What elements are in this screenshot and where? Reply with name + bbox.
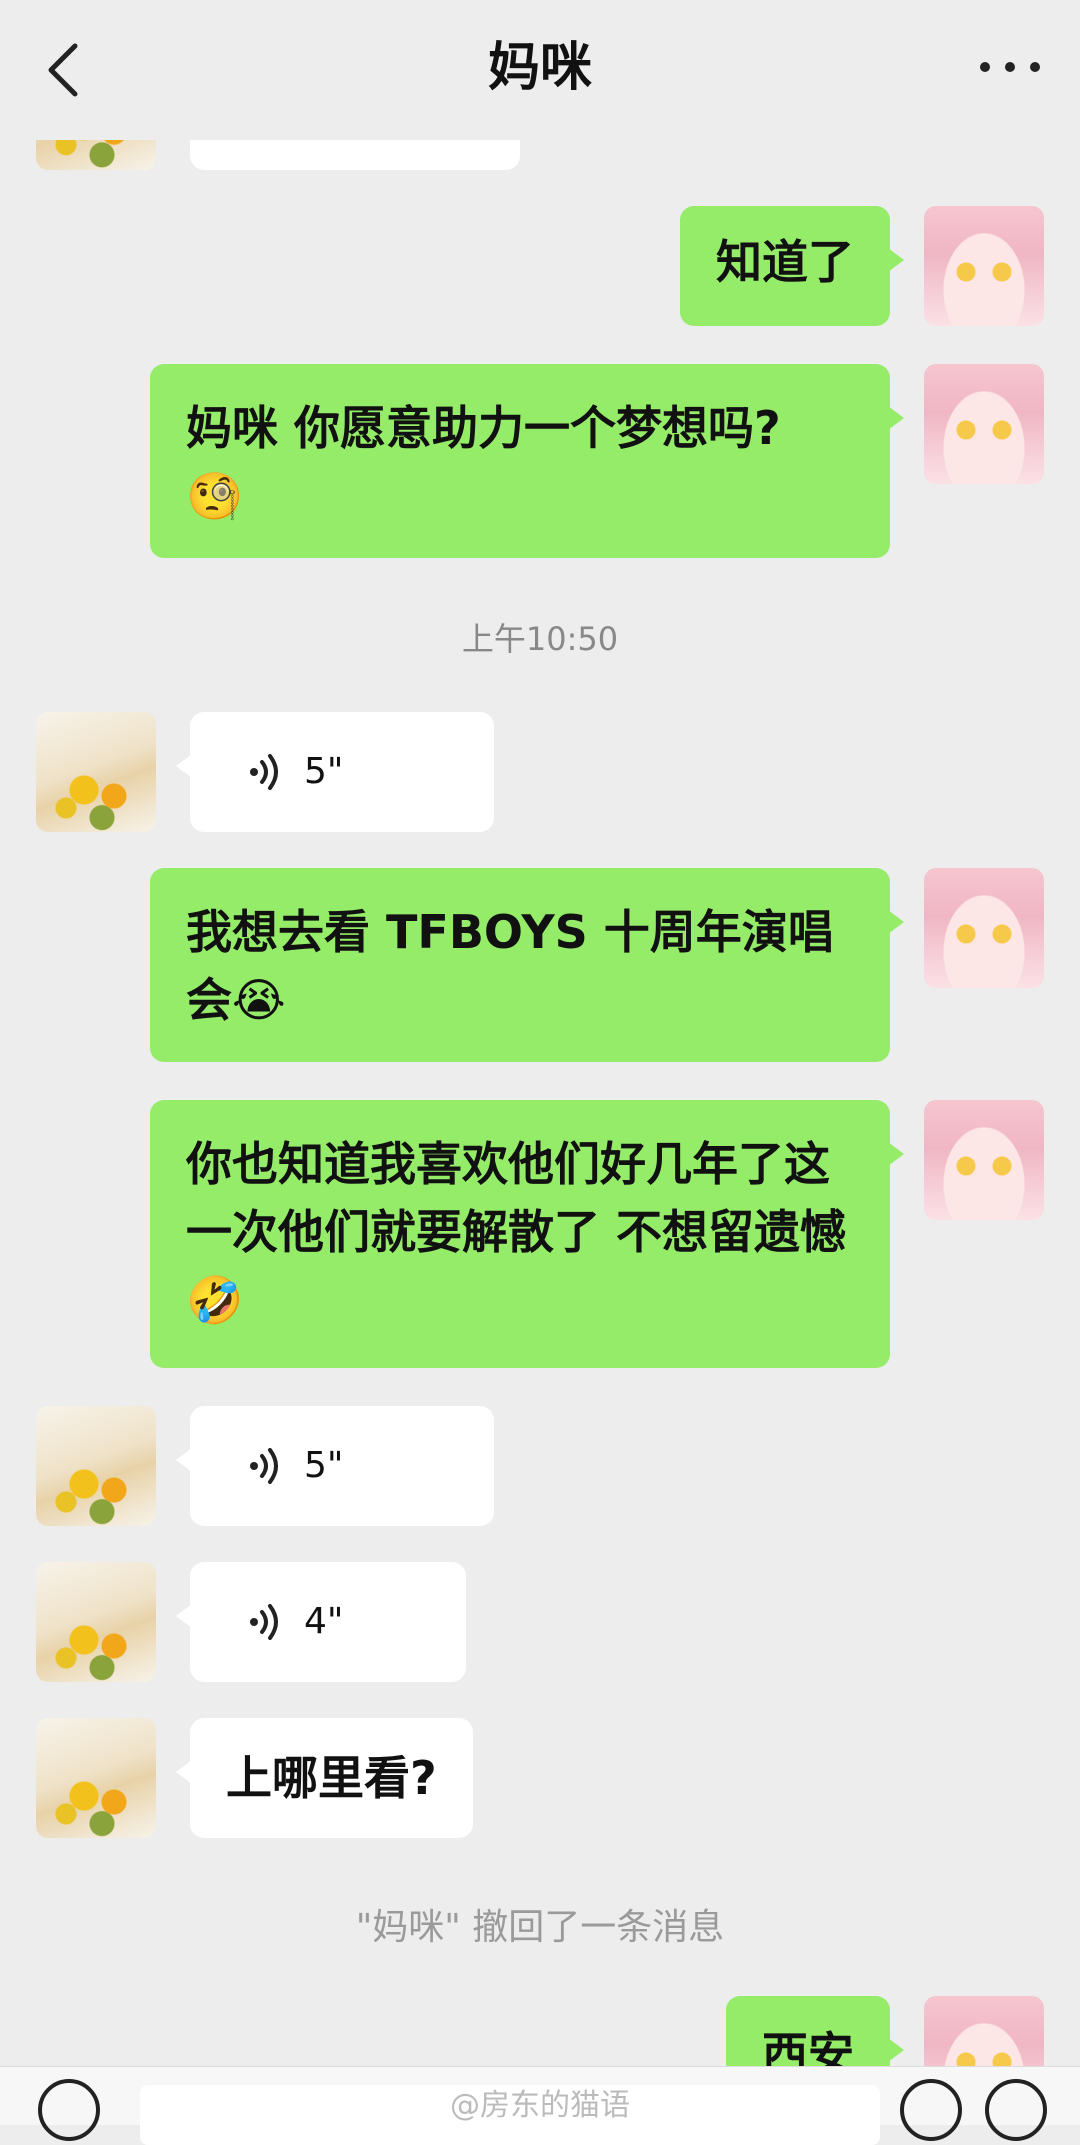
recall-notice: "妈咪" 撤回了一条消息 [355,1907,725,1948]
voice-message-bubble[interactable]: 5" [176,1406,494,1526]
contact-avatar[interactable] [36,712,156,832]
outgoing-message-bubble: 妈咪 你愿意助力一个梦想吗? 🧐 [150,364,904,558]
chat-header: 妈咪 [0,0,1080,140]
message-text: 上哪里看? [226,1751,437,1805]
message-text: 知道了 [716,235,854,289]
watermark: @房东的猫语 [450,2088,630,2123]
contact-avatar[interactable] [36,1718,156,1838]
voice-duration: 5" [304,1445,344,1486]
voice-wave-icon [250,1604,278,1640]
outgoing-message-bubble: 你也知道我喜欢他们好几年了这一次他们就要解散了 不想留遗憾 🤣 [150,1100,904,1368]
more-options-icon[interactable] [980,52,1040,82]
voice-duration: 5" [304,751,344,792]
thinking-emoji-icon: 🧐 [186,469,244,523]
my-avatar[interactable] [924,1100,1044,1220]
crying-emoji-icon: 😭 [232,973,286,1027]
chat-title: 妈咪 [487,38,592,98]
message-timestamp: 上午10:50 [461,620,619,658]
message-text: 你也知道我喜欢他们好几年了这一次他们就要解散了 不想留遗憾 [186,1137,847,1259]
incoming-message-bubble: 上哪里看? [176,1718,473,1838]
laughing-emoji-icon: 🤣 [186,1273,244,1327]
outgoing-message-bubble: 知道了 [680,206,904,326]
voice-wave-icon [250,1448,278,1484]
my-avatar[interactable] [924,868,1044,988]
contact-avatar[interactable] [36,1562,156,1682]
voice-message-bubble[interactable]: 5" [176,712,494,832]
voice-duration: 4" [304,1601,344,1642]
my-avatar[interactable] [924,364,1044,484]
voice-message-bubble[interactable]: 4" [176,1562,466,1682]
outgoing-message-bubble: 我想去看 TFBOYS 十周年演唱会😭 [150,868,904,1062]
partial-message-bubble [190,140,520,170]
message-text: 妈咪 你愿意助力一个梦想吗? [186,401,781,455]
contact-avatar[interactable] [36,1406,156,1526]
voice-wave-icon [250,754,278,790]
my-avatar[interactable] [924,206,1044,326]
